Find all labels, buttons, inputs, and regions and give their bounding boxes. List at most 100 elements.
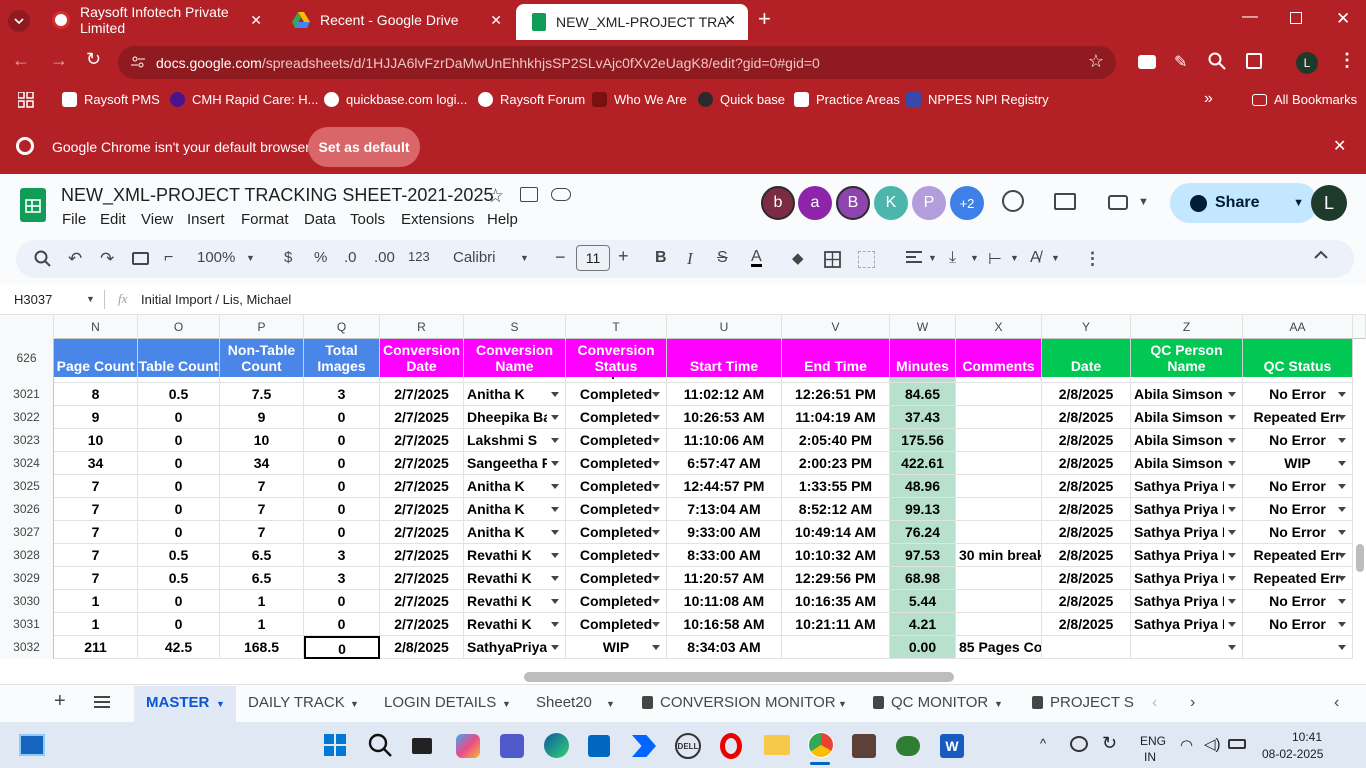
increase-decimal-button[interactable]: .00 [374, 249, 395, 266]
dropdown-arrow-icon[interactable] [1338, 415, 1346, 420]
collaborator-avatar[interactable]: B [836, 186, 870, 220]
cell-p-3030[interactable]: 1 [220, 590, 304, 613]
column-header-w[interactable]: W [890, 315, 956, 339]
header-cell[interactable]: Comments [956, 339, 1042, 377]
cell-u-3021[interactable]: 11:02:12 AM [667, 383, 782, 406]
cell-y-3026[interactable]: 2/8/2025 [1042, 498, 1131, 521]
header-cell[interactable]: Minutes [890, 339, 956, 377]
strikethrough-icon[interactable]: S [717, 249, 728, 267]
print-icon[interactable] [132, 252, 149, 265]
dropdown-arrow-icon[interactable] [1338, 576, 1346, 581]
dropdown-arrow-icon[interactable] [1338, 622, 1346, 627]
increase-font-size-icon[interactable]: + [618, 246, 629, 267]
dropdown-arrow-icon[interactable] [652, 553, 660, 558]
cell-y-3025[interactable]: 2/8/2025 [1042, 475, 1131, 498]
cell-x-3028[interactable]: 30 min break [956, 544, 1042, 567]
cell-y-3032[interactable] [1042, 636, 1131, 659]
share-dropdown-icon[interactable]: ▼ [1293, 197, 1304, 209]
header-cell[interactable]: QC Status [1243, 339, 1353, 377]
cell-t-3023[interactable]: Completed [566, 429, 667, 452]
taskbar-search-icon[interactable] [368, 733, 392, 757]
cell-x-3021[interactable] [956, 383, 1042, 406]
cell-s-3028[interactable]: Revathi K [464, 544, 566, 567]
all-sheets-icon[interactable] [94, 696, 110, 708]
side-panel-toggle-icon[interactable]: ‹ [1334, 694, 1339, 712]
forward-icon[interactable]: → [50, 50, 68, 71]
menu-view[interactable]: View [141, 211, 173, 228]
horizontal-scrollbar[interactable] [524, 672, 954, 682]
font-size-input[interactable]: 11 [576, 245, 610, 271]
cell-x-3025[interactable] [956, 475, 1042, 498]
star-icon[interactable]: ☆ [487, 185, 504, 208]
cell-s-3023[interactable]: Lakshmi S [464, 429, 566, 452]
reload-icon[interactable]: ↻ [86, 49, 101, 70]
sheet-tab-project-su[interactable]: PROJECT SU [1050, 694, 1134, 711]
cell-w-3024[interactable]: 422.61 [890, 452, 956, 475]
dropdown-arrow-icon[interactable] [1338, 484, 1346, 489]
header-cell[interactable]: Non-Table Count [220, 339, 304, 377]
cell-t-3024[interactable]: Completed [566, 452, 667, 475]
italic-icon[interactable]: I [687, 249, 693, 269]
sheets-logo-icon[interactable] [20, 188, 46, 222]
version-history-icon[interactable] [1002, 190, 1024, 212]
cell-w-3026[interactable]: 99.13 [890, 498, 956, 521]
cell-q-3030[interactable]: 0 [304, 590, 380, 613]
sheet-tab-daily-track[interactable]: DAILY TRACK [248, 694, 345, 711]
cell-v-3026[interactable]: 8:52:12 AM [782, 498, 890, 521]
text-wrapping-icon[interactable]: ⊢ [988, 249, 1002, 269]
cell-aa-3025[interactable]: No Error [1243, 475, 1353, 498]
decrease-font-size-icon[interactable]: − [555, 247, 566, 268]
column-header-z[interactable]: Z [1131, 315, 1243, 339]
close-tab-icon[interactable]: ✕ [250, 12, 262, 29]
cell-u-3031[interactable]: 10:16:58 AM [667, 613, 782, 636]
cell-y-3031[interactable]: 2/8/2025 [1042, 613, 1131, 636]
text-rotation-icon[interactable]: A̸ [1030, 249, 1041, 267]
more-toolbar-icon[interactable]: ⋮ [1084, 249, 1101, 269]
bookmarks-overflow-icon[interactable]: » [1204, 90, 1213, 108]
cell-n-3028[interactable]: 7 [54, 544, 138, 567]
word-icon[interactable]: W [940, 734, 964, 758]
cell-t-3028[interactable]: Completed [566, 544, 667, 567]
sheet-tab-conversion-monitor[interactable]: CONVERSION MONITOR [660, 694, 836, 711]
dropdown-arrow-icon[interactable] [551, 622, 559, 627]
cell-s-3025[interactable]: Anitha K [464, 475, 566, 498]
cell-u-3023[interactable]: 11:10:06 AM [667, 429, 782, 452]
battery-icon[interactable] [1228, 739, 1246, 749]
cell-o-3024[interactable]: 0 [138, 452, 220, 475]
header-cell[interactable]: Page Count [54, 339, 138, 377]
bookmark-cmh-rapid-care[interactable]: CMH Rapid Care: H... [170, 92, 318, 107]
more-formats-button[interactable]: 123 [408, 249, 430, 264]
collapse-toolbar-icon[interactable] [1314, 250, 1328, 260]
dropdown-arrow-icon[interactable] [1228, 553, 1236, 558]
dropdown-arrow-icon[interactable] [551, 461, 559, 466]
row-number[interactable]: 3028 [0, 544, 54, 567]
header-cell[interactable]: Start Time [667, 339, 782, 377]
cell-v-3030[interactable]: 10:16:35 AM [782, 590, 890, 613]
cell-w-3028[interactable]: 97.53 [890, 544, 956, 567]
currency-format-button[interactable]: $ [284, 249, 292, 266]
sheet-tab-dropdown-icon[interactable]: ▼ [502, 699, 511, 709]
widgets-icon[interactable] [19, 734, 45, 756]
cell-u-3025[interactable]: 12:44:57 PM [667, 475, 782, 498]
extension-wallet-icon[interactable] [1138, 55, 1156, 69]
dropdown-arrow-icon[interactable] [652, 576, 660, 581]
cell-p-3027[interactable]: 7 [220, 521, 304, 544]
dropdown-arrow-icon[interactable] [1228, 576, 1236, 581]
cell-r-3024[interactable]: 2/7/2025 [380, 452, 464, 475]
cell-y-3028[interactable]: 2/8/2025 [1042, 544, 1131, 567]
dropdown-arrow-icon[interactable] [1338, 553, 1346, 558]
header-cell[interactable]: End Time [782, 339, 890, 377]
cell-r-3026[interactable]: 2/7/2025 [380, 498, 464, 521]
menu-format[interactable]: Format [241, 211, 289, 228]
pen-icon[interactable]: ✎ [1174, 52, 1187, 72]
cell-r-3031[interactable]: 2/7/2025 [380, 613, 464, 636]
cell-p-3024[interactable]: 34 [220, 452, 304, 475]
cell-t-3029[interactable]: Completed [566, 567, 667, 590]
text-color-icon[interactable]: A [751, 249, 762, 267]
cell-r-3021[interactable]: 2/7/2025 [380, 383, 464, 406]
browser-tab-sheets[interactable]: NEW_XML-PROJECT TRACKING ✕ [516, 4, 748, 40]
cell-o-3027[interactable]: 0 [138, 521, 220, 544]
formula-input[interactable]: Initial Import / Lis, Michael [141, 292, 291, 307]
close-tab-icon[interactable]: ✕ [490, 12, 502, 29]
cell-s-3022[interactable]: Dheepika Ba [464, 406, 566, 429]
